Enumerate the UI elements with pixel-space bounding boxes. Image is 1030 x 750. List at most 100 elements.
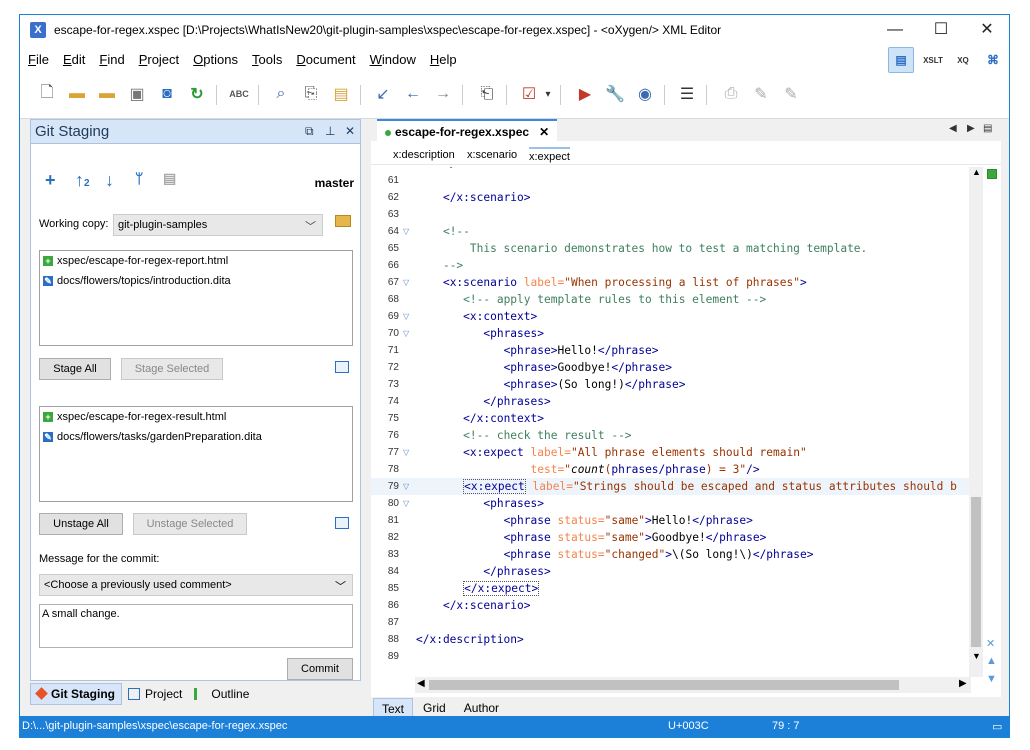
open-url-icon[interactable]: ▬	[96, 83, 118, 105]
spellcheck-icon[interactable]: ABC	[228, 83, 250, 105]
editor-perspective-button[interactable]: ▤	[888, 47, 914, 73]
pin-icon[interactable]: ✎	[750, 83, 772, 105]
close-panel-icon[interactable]: ✕	[345, 124, 355, 138]
scroll-down-icon[interactable]: ▼	[972, 651, 981, 661]
print-icon[interactable]: ◙	[156, 83, 178, 105]
float-panel-icon[interactable]: ⧉	[305, 124, 314, 139]
breadcrumb-item[interactable]: x:description	[393, 149, 455, 161]
tab-project[interactable]: Project	[122, 683, 188, 705]
stage-selected-button[interactable]: Stage Selected	[121, 358, 223, 380]
scrollbar-thumb[interactable]	[429, 680, 899, 690]
tab-git-staging[interactable]: Git Staging	[30, 682, 122, 705]
new-file-icon[interactable]: 🗋	[36, 83, 58, 105]
pull-down-icon[interactable]: ↓	[105, 170, 114, 191]
code-line[interactable]: 71 <phrase>Hello!</phrase>	[371, 342, 971, 359]
xquery-debugger-perspective-button[interactable]: XQ	[950, 47, 976, 73]
validate-icon[interactable]: ☑	[518, 83, 540, 105]
format-indent-icon[interactable]: ☰	[676, 83, 698, 105]
tab-author[interactable]: Author	[456, 698, 507, 718]
database-perspective-button[interactable]: ⌘	[980, 47, 1006, 73]
menu-help[interactable]: Help	[430, 52, 457, 67]
code-line[interactable]: 67 ▽ <x:scenario label="When processing a…	[371, 274, 971, 291]
tab-list-icon[interactable]: ▤	[983, 123, 992, 134]
unstaged-files-list[interactable]: + xspec/escape-for-regex-report.html ✎ doc…	[39, 250, 353, 346]
save-icon[interactable]: ▣	[126, 83, 148, 105]
commit-message-field[interactable]: A small change.	[39, 604, 353, 648]
code-line[interactable]: 73 <phrase>(So long!)</phrase>	[371, 376, 971, 393]
breadcrumb-item-active[interactable]: x:expect	[529, 147, 570, 163]
code-line[interactable]: 78 test="count(phrases/phrase) = 3"/>	[371, 461, 971, 478]
code-line[interactable]: 88 </x:description>	[371, 631, 971, 648]
browse-folder-icon[interactable]	[335, 215, 351, 227]
code-line[interactable]: 69 ▽ <x:context>	[371, 308, 971, 325]
xslt-debugger-perspective-button[interactable]: XSLT	[920, 47, 946, 73]
menu-document[interactable]: Document	[296, 52, 355, 67]
view-mode-icon[interactable]	[335, 361, 349, 373]
menu-edit[interactable]: Edit	[63, 52, 85, 67]
configure-transformation-icon[interactable]: 🔧	[604, 83, 626, 105]
validate-dropdown-icon[interactable]: ▾	[542, 83, 554, 105]
transform-icon[interactable]: ⎗	[476, 83, 498, 105]
scroll-right-icon[interactable]: ▶	[959, 678, 967, 689]
code-line[interactable]: 66 -->	[371, 257, 971, 274]
menu-file[interactable]: File	[28, 52, 49, 67]
horizontal-scrollbar[interactable]: ◀ ▶	[415, 677, 971, 693]
code-line[interactable]: 89	[371, 648, 971, 665]
list-item[interactable]: + xspec/escape-for-regex-result.html	[40, 407, 352, 427]
code-line[interactable]: 63	[371, 206, 971, 223]
collapse-icon[interactable]: ✕	[986, 637, 995, 650]
code-line[interactable]: 70 ▽ <phrases>	[371, 325, 971, 342]
commit-button[interactable]: Commit	[287, 658, 353, 680]
menu-find[interactable]: Find	[99, 52, 124, 67]
scroll-tabs-right-icon[interactable]: ▶	[967, 123, 975, 134]
working-copy-select[interactable]: git-plugin-samples ﹀	[113, 214, 323, 236]
find-in-files-icon[interactable]: ⎘	[300, 83, 322, 105]
code-line[interactable]: 79 ▽ <x:expect label="Strings should be e…	[371, 478, 971, 495]
fold-toggle-icon[interactable]: ▽	[403, 495, 409, 512]
xpath-icon[interactable]: ⎙	[720, 83, 742, 105]
unpin-icon[interactable]: ✎	[780, 83, 802, 105]
fold-toggle-icon[interactable]: ▽	[403, 478, 409, 495]
code-line[interactable]: 75 </x:context>	[371, 410, 971, 427]
code-line[interactable]: 62 </x:scenario>	[371, 189, 971, 206]
close-tab-icon[interactable]: ✕	[539, 125, 549, 139]
branch-icon[interactable]: ᛘ	[135, 170, 143, 186]
code-line[interactable]: 85 </x:expect>	[371, 580, 971, 597]
open-icon[interactable]: ▬	[66, 83, 88, 105]
list-item[interactable]: ✎ docs/flowers/tasks/gardenPreparation.di…	[40, 427, 352, 447]
expand-down-icon[interactable]: ▼	[986, 673, 997, 685]
tab-outline[interactable]: Outline	[188, 683, 255, 705]
maximize-button[interactable]: ☐	[918, 15, 964, 45]
back-icon[interactable]: ←	[402, 83, 424, 105]
code-line[interactable]: 65 This scenario demonstrates how to tes…	[371, 240, 971, 257]
fold-toggle-icon[interactable]: ▽	[403, 444, 409, 461]
code-line[interactable]: 64 ▽ <!--	[371, 223, 971, 240]
code-line[interactable]: 87	[371, 614, 971, 631]
menu-window[interactable]: Window	[370, 52, 416, 67]
pull-icon[interactable]: +	[45, 170, 56, 191]
code-line[interactable]: 76 <!-- check the result -->	[371, 427, 971, 444]
code-line[interactable]: 86 </x:scenario>	[371, 597, 971, 614]
tab-grid[interactable]: Grid	[415, 698, 454, 718]
unstage-selected-button[interactable]: Unstage Selected	[133, 513, 247, 535]
view-mode-icon[interactable]	[335, 517, 349, 529]
find-icon[interactable]: ⌕	[270, 83, 292, 105]
code-line[interactable]: 68 <!-- apply template rules to this ele…	[371, 291, 971, 308]
scroll-left-icon[interactable]: ◀	[417, 678, 425, 689]
expand-up-icon[interactable]: ▲	[986, 655, 997, 667]
scroll-tabs-left-icon[interactable]: ◀	[949, 123, 957, 134]
history-icon[interactable]: ▤	[163, 170, 176, 187]
fold-toggle-icon[interactable]: ▽	[403, 223, 409, 240]
stage-all-button[interactable]: Stage All	[39, 358, 111, 380]
list-item[interactable]: + xspec/escape-for-regex-report.html	[40, 251, 352, 271]
back-to-last-edit-icon[interactable]: ↙	[372, 83, 394, 105]
previous-messages-select[interactable]: <Choose a previously used comment> ﹀	[39, 574, 353, 596]
breadcrumb-item[interactable]: x:scenario	[467, 149, 517, 161]
code-line[interactable]: 81 <phrase status="same">Hello!</phrase>	[371, 512, 971, 529]
push-icon[interactable]: ↑2	[75, 170, 90, 191]
code-editor[interactable]: 60 </x:scenario>6162 </x:scenario>6364▽ …	[371, 167, 971, 677]
staged-files-list[interactable]: + xspec/escape-for-regex-result.html ✎ doc…	[39, 406, 353, 502]
fold-toggle-icon[interactable]: ▽	[403, 274, 409, 291]
code-line[interactable]: 82 <phrase status="same">Goodbye!</phras…	[371, 529, 971, 546]
run-transformation-icon[interactable]: ▶	[574, 83, 596, 105]
